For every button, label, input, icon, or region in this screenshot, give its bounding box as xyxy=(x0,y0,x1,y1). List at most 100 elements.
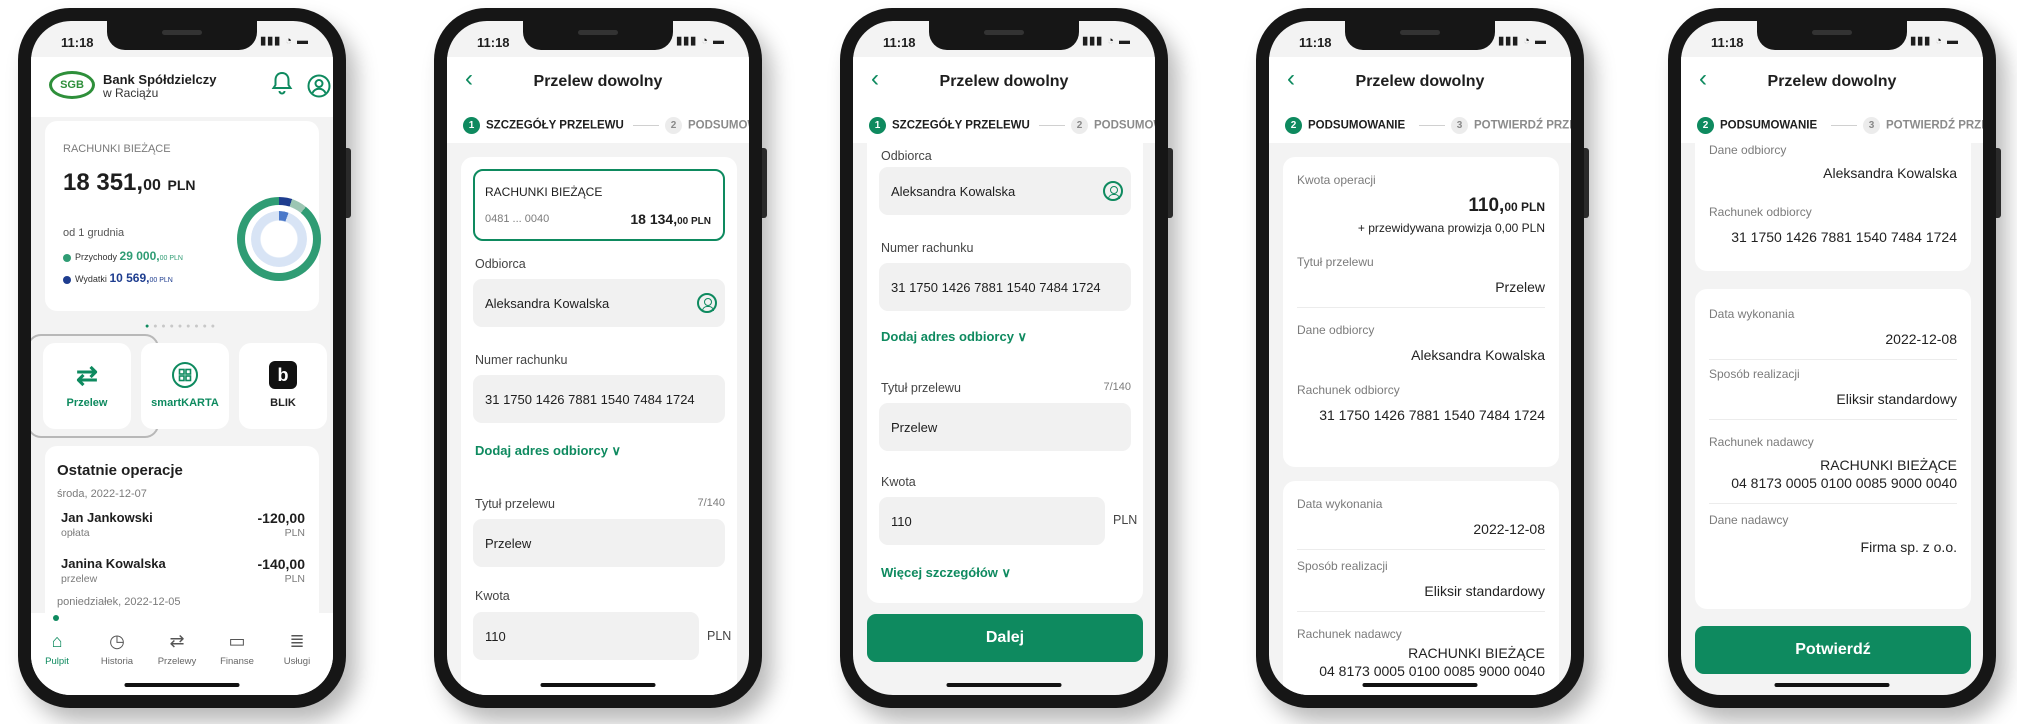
add-address-link[interactable]: Dodaj adres odbiorcy ∨ xyxy=(881,329,1027,345)
dashboard-screen: 11:18 ▮▮▮ ◔ ▬ SGB Bank Spółdzielczy w Ra… xyxy=(31,21,333,695)
status-bar: 11:18 ▮▮▮ ◔ ▬ xyxy=(1269,21,1571,57)
income-cents: 00 PLN xyxy=(159,255,183,262)
tile-blik[interactable]: b BLIK xyxy=(239,343,327,429)
blik-icon: b xyxy=(269,361,297,389)
step-3-label: POTWIERDŹ PRZELEW xyxy=(1886,119,1983,132)
more-details-link[interactable]: Więcej szczegółów ∨ xyxy=(881,565,1011,581)
account-number-field[interactable]: 31 1750 1426 7881 1540 7484 1724 xyxy=(879,263,1131,311)
tab-finanse[interactable]: ▭ Finanse xyxy=(207,631,267,667)
account-number-value: 31 1750 1426 7881 1540 7484 1724 xyxy=(891,279,1101,295)
method-label: Sposób realizacji xyxy=(1709,367,1800,381)
title-value: Przelew xyxy=(1495,279,1545,295)
title-field[interactable]: Przelew xyxy=(473,519,725,567)
step-3-label: POTWIERDŹ PRZELEW xyxy=(1474,119,1571,132)
step-2-number: 2 xyxy=(665,117,682,134)
header: ‹ Przelew dowolny xyxy=(1269,57,1571,107)
source-account-selector[interactable]: RACHUNKI BIEŻĄCE 0481 ... 0040 18 134,00… xyxy=(473,169,725,241)
confirm-button[interactable]: Potwierdź xyxy=(1695,626,1971,674)
balance-cents: 00 xyxy=(143,177,161,194)
tab-historia[interactable]: ◷ Historia xyxy=(87,631,147,667)
op2-sub: przelew xyxy=(61,573,98,585)
amount-label: Kwota xyxy=(881,475,916,489)
summary-screen: 11:18 ▮▮▮ ◔ ▬ ‹ Przelew dowolny 2 PODSUMO… xyxy=(1269,21,1571,695)
status-bar: 11:18 ▮▮▮ ◔ ▬ xyxy=(447,21,749,57)
step-connector xyxy=(1039,125,1065,126)
next-button[interactable]: Dalej xyxy=(867,614,1143,662)
balance-cents: 00 PLN xyxy=(677,216,711,227)
home-indicator xyxy=(124,683,240,687)
tab-uslugi[interactable]: ≣ Usługi xyxy=(267,631,327,667)
tab-przelewy[interactable]: ⇄ Przelewy xyxy=(147,631,207,667)
title-label: Tytuł przelewu xyxy=(475,497,555,511)
step-details: 1 SZCZEGÓŁY PRZELEWU xyxy=(463,117,624,134)
transfer-details-scrolled-screen: 11:18 ▮▮▮ ◔ ▬ ‹ Przelew dowolny 1 SZCZEGÓ… xyxy=(853,21,1155,695)
profile-icon[interactable] xyxy=(307,74,331,98)
tab-finanse-label: Finanse xyxy=(220,656,254,667)
active-tab-indicator xyxy=(53,615,59,621)
balance: 18 351,00 PLN xyxy=(63,169,196,197)
tile-blik-label: BLIK xyxy=(270,397,296,409)
amount-label: Kwota operacji xyxy=(1297,173,1376,187)
op1-currency: PLN xyxy=(284,527,305,539)
tile-smartkarta-label: smartKARTA xyxy=(151,397,219,409)
recipient-label: Odbiorca xyxy=(475,257,526,271)
tile-przelew[interactable]: ⇄ Przelew xyxy=(43,343,131,429)
recipient-value: Aleksandra Kowalska xyxy=(891,183,1016,199)
step-2-number: 2 xyxy=(1071,117,1088,134)
tab-pulpit[interactable]: ⌂ Pulpit xyxy=(31,631,87,667)
step-summary: 2 PODSUMOWANIE xyxy=(1285,117,1405,134)
add-address-link[interactable]: Dodaj adres odbiorcy ∨ xyxy=(475,443,621,459)
recipient-field[interactable]: Aleksandra Kowalska xyxy=(473,279,725,327)
step-details: 1 SZCZEGÓŁY PRZELEWU xyxy=(869,117,1030,134)
sender-account-number: 04 8173 0005 0100 0085 9000 0040 xyxy=(1319,663,1545,679)
contacts-icon[interactable] xyxy=(1103,181,1123,201)
stepper: 2 PODSUMOWANIE 3 POTWIERDŹ PRZELEW xyxy=(1269,107,1571,143)
exec-date-value: 2022-12-08 xyxy=(1885,331,1957,347)
recipient-data-value: Aleksandra Kowalska xyxy=(1823,165,1957,181)
bank-city: w Raciążu xyxy=(103,86,159,100)
op1-name: Jan Jankowski xyxy=(61,510,153,525)
status-time: 11:18 xyxy=(1299,35,1332,50)
step-summary: 2 PODSUMOWANIE xyxy=(1697,117,1817,134)
summary-card-execution: Data wykonania 2022-12-08 Sposób realiza… xyxy=(1283,481,1559,695)
history-icon: ◷ xyxy=(109,631,125,651)
title-counter: 7/140 xyxy=(1103,381,1131,393)
expense-row: Wydatki 10 569,00 PLN xyxy=(63,271,173,285)
title-field[interactable]: Przelew xyxy=(879,403,1131,451)
bell-icon[interactable] xyxy=(271,71,293,101)
amount-currency: PLN xyxy=(1113,513,1138,527)
phone-summary: 11:18 ▮▮▮ ◔ ▬ ‹ Przelew dowolny 2 PODSUMO… xyxy=(1256,8,1589,708)
recipient-field[interactable]: Aleksandra Kowalska xyxy=(879,167,1131,215)
account-number-label: Numer rachunku xyxy=(881,241,974,255)
header: ‹ Przelew dowolny xyxy=(853,57,1155,107)
expense-dot xyxy=(63,275,71,284)
amount-field[interactable]: 110 xyxy=(473,612,699,660)
balance-main: 18 134, xyxy=(630,211,678,227)
page-title: Przelew dowolny xyxy=(1355,73,1485,90)
status-time: 11:18 xyxy=(1711,35,1744,50)
contacts-icon[interactable] xyxy=(697,293,717,313)
divider xyxy=(1709,503,1957,504)
account-number-value: 31 1750 1426 7881 1540 7484 1724 xyxy=(485,391,695,407)
transfer-details-screen: 11:18 ▮▮▮ ◔ ▬ ‹ Przelew dowolny 1 SZCZEGÓ… xyxy=(447,21,749,695)
status-time: 11:18 xyxy=(477,35,510,50)
transfer-form-card: Odbiorca Aleksandra Kowalska Numer rachu… xyxy=(867,143,1143,603)
recent-date-2: poniedziałek, 2022-12-05 xyxy=(57,596,181,608)
home-indicator xyxy=(1362,683,1478,687)
tile-smartkarta[interactable]: smartKARTA xyxy=(141,343,229,429)
recipient-account-value: 31 1750 1426 7881 1540 7484 1724 xyxy=(1319,407,1545,423)
amount-value: 110 xyxy=(485,628,506,644)
step-2-label: PODSUMOWANIE xyxy=(1094,119,1155,132)
recipient-label: Odbiorca xyxy=(881,149,932,163)
sender-account-label: Rachunek nadawcy xyxy=(1297,627,1402,641)
amount-field[interactable]: 110 xyxy=(879,497,1105,545)
header: ‹ Przelew dowolny xyxy=(1681,57,1983,107)
step-1-number: 1 xyxy=(869,117,886,134)
status-icons: ▮▮▮ ◔ ▬ xyxy=(1498,35,1547,47)
divider xyxy=(1709,359,1957,360)
status-icons: ▮▮▮ ◔ ▬ xyxy=(676,35,725,47)
amount-label: Kwota xyxy=(475,589,510,603)
smartkarta-icon xyxy=(171,361,199,389)
account-number-field[interactable]: 31 1750 1426 7881 1540 7484 1724 xyxy=(473,375,725,423)
step-confirm: 3 POTWIERDŹ PRZELEW xyxy=(1863,117,1983,134)
